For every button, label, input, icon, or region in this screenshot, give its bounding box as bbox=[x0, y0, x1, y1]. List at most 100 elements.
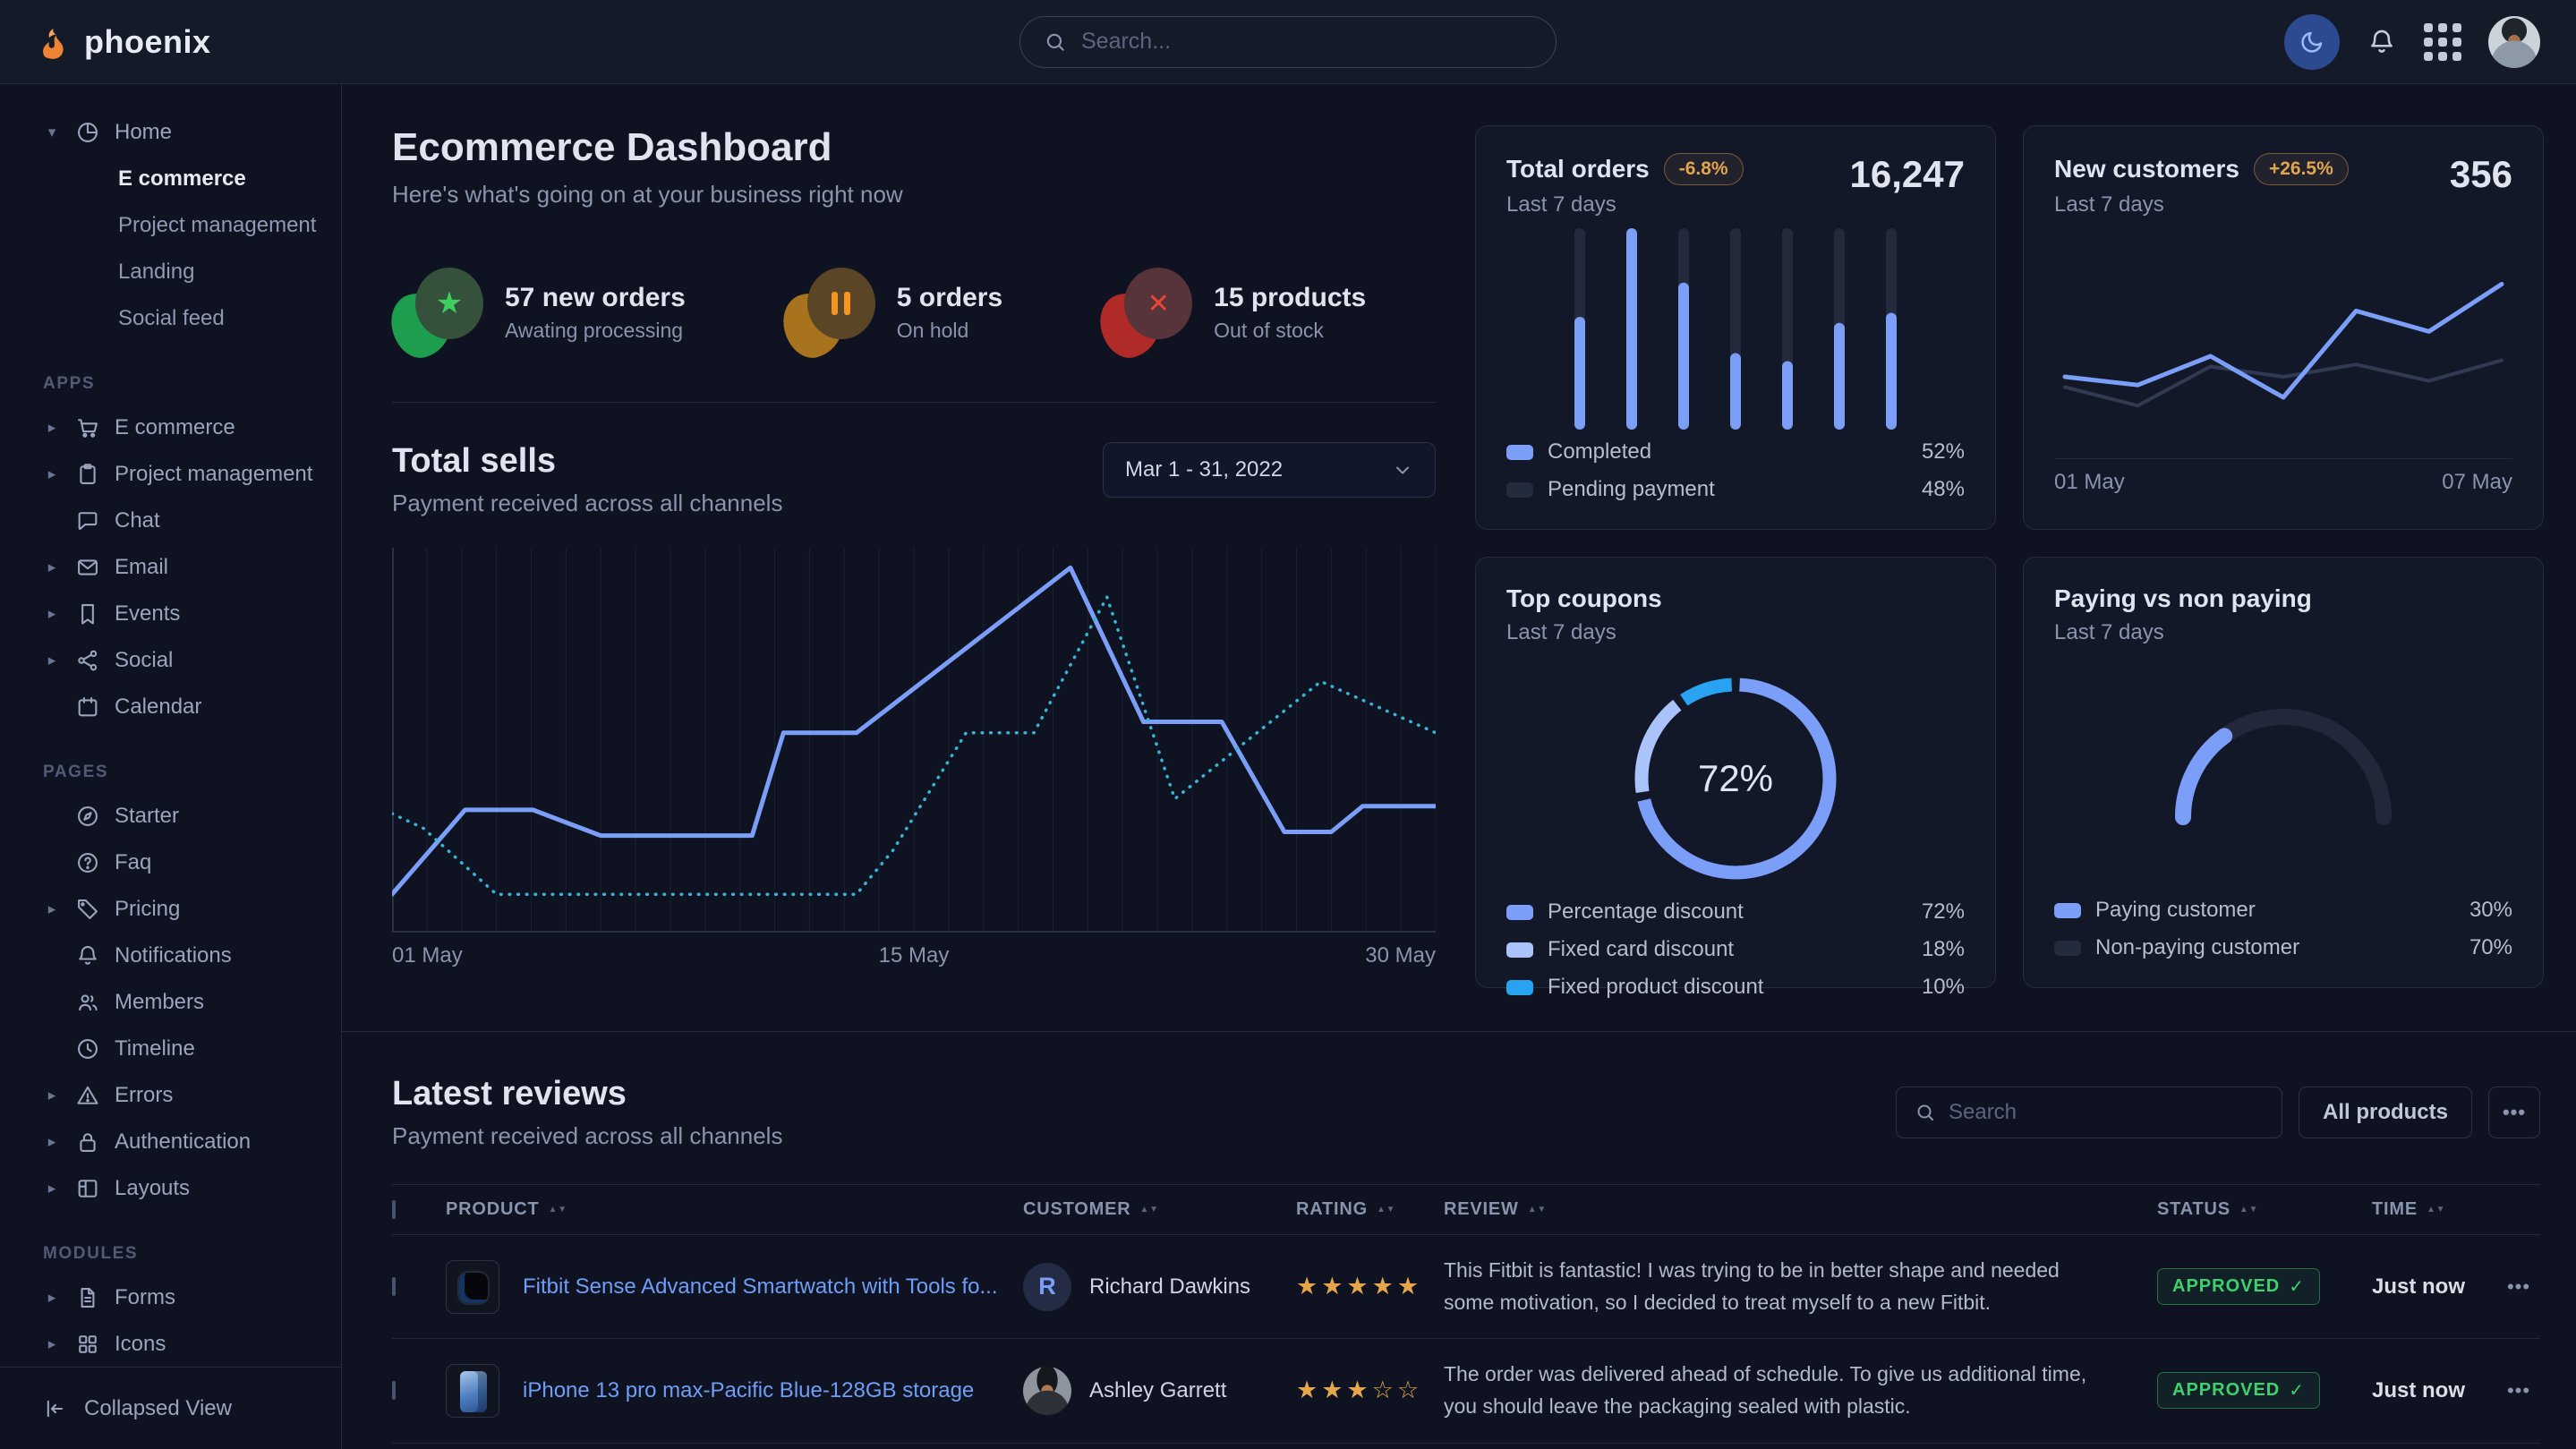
brand[interactable]: phoenix bbox=[36, 23, 211, 61]
card-period: Last 7 days bbox=[1506, 192, 1744, 217]
sidebar-item-label: Chat bbox=[115, 508, 160, 533]
legend-swatch bbox=[1506, 980, 1533, 995]
sidebar-item-timeline[interactable]: Timeline bbox=[0, 1026, 341, 1072]
chevron-right-icon: ▸ bbox=[43, 558, 61, 576]
sidebar-item-email[interactable]: ▸ Email bbox=[0, 544, 341, 591]
total-orders-card: Total orders -6.8% Last 7 days 16,247 bbox=[1475, 125, 1996, 530]
donut-center-value: 72% bbox=[1615, 658, 1856, 899]
row-actions-button[interactable]: ••• bbox=[2497, 1275, 2540, 1299]
all-products-button[interactable]: All products bbox=[2299, 1087, 2472, 1138]
user-avatar[interactable] bbox=[2488, 16, 2540, 68]
column-header-time[interactable]: TIME▲▼ bbox=[2372, 1199, 2497, 1220]
collapse-sidebar-button[interactable]: Collapsed View bbox=[0, 1367, 341, 1449]
sidebar-item-layouts[interactable]: ▸ Layouts bbox=[0, 1165, 341, 1212]
sidebar-item-forms[interactable]: ▸ Forms bbox=[0, 1274, 341, 1321]
product-thumbnail-iphone[interactable] bbox=[446, 1364, 499, 1418]
users-icon bbox=[75, 990, 100, 1015]
column-header-status[interactable]: STATUS▲▼ bbox=[2157, 1199, 2372, 1220]
reviews-title: Latest reviews bbox=[392, 1075, 782, 1113]
notifications-button[interactable] bbox=[2367, 27, 2397, 57]
bookmark-icon bbox=[75, 601, 100, 626]
sidebar-item-notifications[interactable]: Notifications bbox=[0, 933, 341, 979]
total-sells-title: Total sells bbox=[392, 442, 782, 481]
page-title: Ecommerce Dashboard bbox=[392, 125, 1436, 170]
legend-value: 18% bbox=[1922, 937, 1965, 962]
legend-fixed-product-discount: Fixed product discount 10% bbox=[1506, 975, 1965, 1000]
legend-label: Paying customer bbox=[2095, 898, 2455, 923]
sidebar-item-events[interactable]: ▸ Events bbox=[0, 591, 341, 637]
row-checkbox[interactable] bbox=[392, 1277, 396, 1296]
more-options-button[interactable]: ••• bbox=[2488, 1087, 2540, 1138]
stat-value: 57 new orders bbox=[505, 283, 686, 313]
select-all-checkbox[interactable] bbox=[392, 1200, 396, 1219]
total-sells-chart: 01 May 15 May 30 May bbox=[392, 548, 1436, 968]
sidebar-item-starter[interactable]: Starter bbox=[0, 793, 341, 840]
sidebar-subitem-social-feed[interactable]: Social feed bbox=[0, 295, 341, 342]
date-range-select[interactable]: Mar 1 - 31, 2022 bbox=[1103, 442, 1436, 498]
sidebar-item-icons[interactable]: ▸ Icons bbox=[0, 1321, 341, 1367]
section-divider bbox=[342, 1031, 2576, 1032]
sidebar-subitem-landing[interactable]: Landing bbox=[0, 249, 341, 295]
sidebar-item-pricing[interactable]: ▸ Pricing bbox=[0, 886, 341, 933]
sidebar-item-calendar[interactable]: Calendar bbox=[0, 684, 341, 730]
column-header-customer[interactable]: CUSTOMER▲▼ bbox=[1023, 1199, 1296, 1220]
row-checkbox[interactable] bbox=[392, 1381, 396, 1400]
legend-swatch bbox=[2054, 941, 2081, 956]
column-header-review[interactable]: REVIEW▲▼ bbox=[1444, 1199, 2157, 1220]
total-orders-value: 16,247 bbox=[1850, 153, 1965, 196]
sidebar-item-members[interactable]: Members bbox=[0, 979, 341, 1026]
global-search-input[interactable] bbox=[1081, 29, 1532, 55]
chevron-right-icon: ▸ bbox=[43, 419, 61, 437]
card-title: Top coupons bbox=[1506, 584, 1662, 612]
legend-nonpaying: Non-paying customer 70% bbox=[2054, 935, 2512, 960]
chevron-right-icon: ▸ bbox=[43, 652, 61, 669]
legend-completed: Completed 52% bbox=[1506, 439, 1965, 465]
legend-label: Pending payment bbox=[1548, 477, 1907, 502]
paying-gauge-chart bbox=[2149, 681, 2418, 833]
out-of-stock-x-icon: ✕ bbox=[1101, 268, 1194, 357]
apps-menu-button[interactable] bbox=[2424, 23, 2461, 61]
reviews-search[interactable] bbox=[1896, 1087, 2282, 1138]
sidebar-item-project-management-app[interactable]: ▸ Project management bbox=[0, 451, 341, 498]
sidebar-section-apps: APPS bbox=[0, 374, 341, 394]
chevron-right-icon: ▸ bbox=[43, 605, 61, 623]
coupons-donut-chart: 72% bbox=[1615, 658, 1856, 899]
product-link[interactable]: iPhone 13 pro max-Pacific Blue-128GB sto… bbox=[523, 1378, 974, 1403]
sidebar-item-label: Calendar bbox=[115, 695, 201, 720]
sidebar-item-ecommerce-app[interactable]: ▸ E commerce bbox=[0, 405, 341, 451]
on-hold-pause-icon bbox=[784, 268, 877, 357]
lock-icon bbox=[75, 1129, 100, 1155]
card-title: New customers bbox=[2054, 155, 2239, 183]
row-actions-button[interactable]: ••• bbox=[2497, 1379, 2540, 1402]
stat-sublabel: Out of stock bbox=[1214, 319, 1366, 343]
phoenix-logo-icon bbox=[36, 24, 72, 60]
customer-name: Ashley Garrett bbox=[1089, 1378, 1226, 1403]
sidebar-item-home[interactable]: ▾ Home bbox=[0, 109, 341, 156]
global-search[interactable] bbox=[1019, 16, 1557, 68]
file-text-icon bbox=[75, 1285, 100, 1310]
sidebar-item-social[interactable]: ▸ Social bbox=[0, 637, 341, 684]
sidebar-item-faq[interactable]: Faq bbox=[0, 840, 341, 886]
theme-toggle-button[interactable] bbox=[2284, 14, 2340, 70]
review-time: Just now bbox=[2372, 1378, 2497, 1403]
date-range-value: Mar 1 - 31, 2022 bbox=[1125, 457, 1283, 482]
legend-value: 10% bbox=[1922, 975, 1965, 1000]
orders-bar-chart bbox=[1506, 217, 1965, 439]
sidebar-subitem-project-management[interactable]: Project management bbox=[0, 202, 341, 249]
customer-avatar[interactable] bbox=[1023, 1367, 1071, 1415]
column-header-product[interactable]: PRODUCT▲▼ bbox=[446, 1199, 1023, 1220]
search-icon bbox=[1044, 30, 1067, 54]
stat-value: 5 orders bbox=[897, 283, 1002, 313]
collapse-label: Collapsed View bbox=[84, 1396, 232, 1421]
product-thumbnail-smartwatch[interactable] bbox=[446, 1260, 499, 1314]
reviews-search-input[interactable] bbox=[1949, 1100, 2264, 1125]
sidebar-subitem-ecommerce[interactable]: E commerce bbox=[0, 156, 341, 202]
customer-avatar[interactable]: R bbox=[1023, 1263, 1071, 1311]
sidebar-item-label: Layouts bbox=[115, 1176, 190, 1201]
new-customers-value: 356 bbox=[2450, 153, 2512, 196]
sidebar-item-errors[interactable]: ▸ Errors bbox=[0, 1072, 341, 1119]
sidebar-item-authentication[interactable]: ▸ Authentication bbox=[0, 1119, 341, 1165]
product-link[interactable]: Fitbit Sense Advanced Smartwatch with To… bbox=[523, 1274, 997, 1300]
column-header-rating[interactable]: RATING▲▼ bbox=[1296, 1199, 1444, 1220]
sidebar-item-chat[interactable]: Chat bbox=[0, 498, 341, 544]
